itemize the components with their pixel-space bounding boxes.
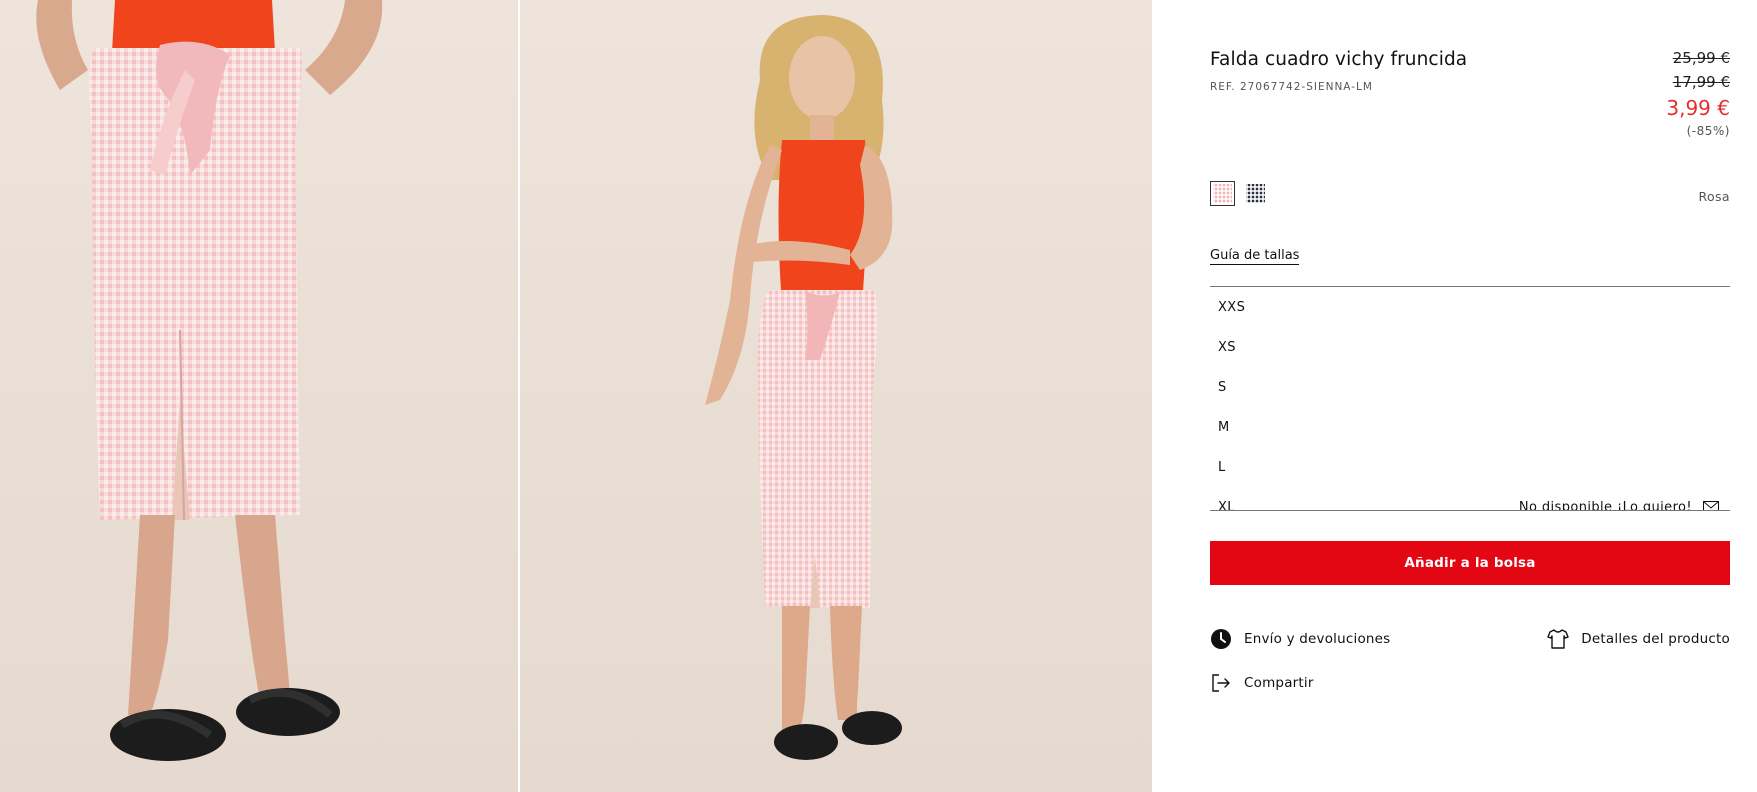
size-option-xs[interactable]: XS (1210, 327, 1730, 367)
shipping-returns-label: Envío y devoluciones (1244, 631, 1391, 647)
discount-badge: (-85%) (1686, 124, 1730, 138)
color-swatch-navy[interactable] (1243, 181, 1268, 206)
product-panel: Falda cuadro vichy fruncida REF. 2706774… (1210, 0, 1730, 792)
product-title: Falda cuadro vichy fruncida (1210, 49, 1468, 70)
notify-me-link[interactable]: No disponible ¡Lo quiero! (1518, 496, 1722, 511)
unavailable-status: No disponible ¡Lo quiero! (1518, 499, 1692, 511)
product-details-link[interactable]: Detalles del producto (1547, 628, 1730, 650)
shipping-returns-link[interactable]: Envío y devoluciones (1210, 628, 1390, 650)
pink-gingham-swatch-icon (1213, 184, 1232, 203)
size-label: XL (1218, 499, 1235, 511)
product-details-label: Detalles del producto (1581, 631, 1730, 647)
size-option-l[interactable]: L (1210, 447, 1730, 487)
tshirt-icon (1547, 628, 1569, 650)
share-link[interactable]: Compartir (1210, 672, 1314, 694)
size-label: M (1218, 419, 1230, 435)
size-option-s[interactable]: S (1210, 367, 1730, 407)
product-image-2[interactable] (520, 0, 1152, 792)
previous-price: 17,99 € (1672, 73, 1730, 91)
navy-gingham-swatch-icon (1246, 184, 1265, 203)
sale-price: 3,99 € (1666, 96, 1730, 120)
share-label: Compartir (1244, 675, 1314, 691)
color-swatches (1210, 181, 1268, 206)
size-guide-link[interactable]: Guía de tallas (1210, 248, 1300, 265)
product-image-1[interactable] (0, 0, 518, 792)
size-label: XS (1218, 339, 1236, 355)
size-option-xxs[interactable]: XXS (1210, 287, 1730, 327)
size-option-xl[interactable]: XL No disponible ¡Lo quiero! (1210, 487, 1730, 511)
original-price: 25,99 € (1672, 49, 1730, 67)
size-option-m[interactable]: M (1210, 407, 1730, 447)
model-closeup-illustration (36, 0, 383, 761)
selected-color-label: Rosa (1698, 189, 1730, 204)
add-to-bag-button[interactable]: Añadir a la bolsa (1210, 541, 1730, 585)
size-label: S (1218, 379, 1227, 395)
envelope-icon (1700, 496, 1722, 510)
size-list[interactable]: XXS XS S M L XL No disponible ¡Lo quiero… (1210, 286, 1730, 511)
share-icon (1210, 672, 1232, 694)
size-label: XXS (1218, 299, 1246, 315)
product-reference: REF. 27067742-SIENNA-LM (1210, 81, 1373, 93)
color-swatch-rosa[interactable] (1210, 181, 1235, 206)
size-label: L (1218, 459, 1226, 475)
price-block: 25,99 € 17,99 € 3,99 € (-85%) (1666, 46, 1730, 138)
clock-icon (1210, 628, 1232, 650)
model-fullbody-illustration (705, 15, 902, 760)
